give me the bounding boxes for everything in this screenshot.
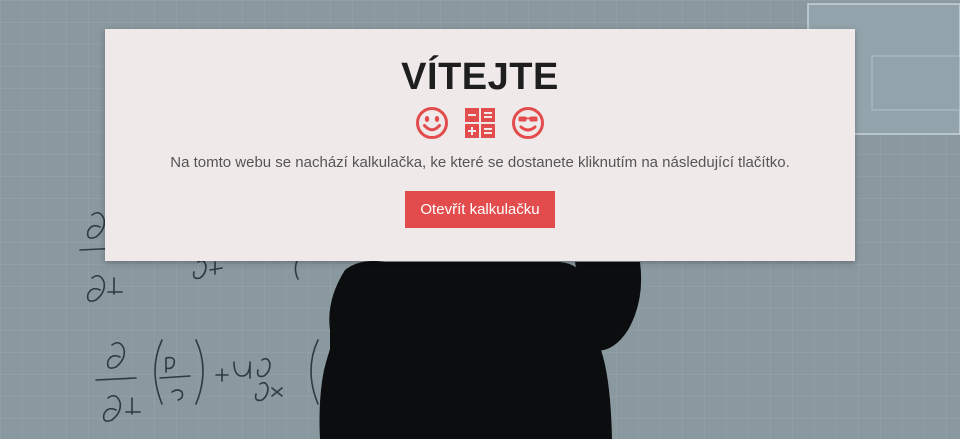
- welcome-card: VÍTEJTE Na tomto webu se nachází kalkula…: [105, 29, 855, 261]
- welcome-description: Na tomto webu se nachází kalkulačka, ke …: [170, 154, 790, 171]
- calculator-icon: [465, 108, 495, 138]
- icon-row: [105, 106, 855, 140]
- cool-smile-icon: [511, 106, 545, 140]
- page-title: VÍTEJTE: [401, 56, 559, 98]
- open-calculator-button[interactable]: Otevřít kalkulačku: [405, 191, 555, 228]
- smile-icon: [415, 106, 449, 140]
